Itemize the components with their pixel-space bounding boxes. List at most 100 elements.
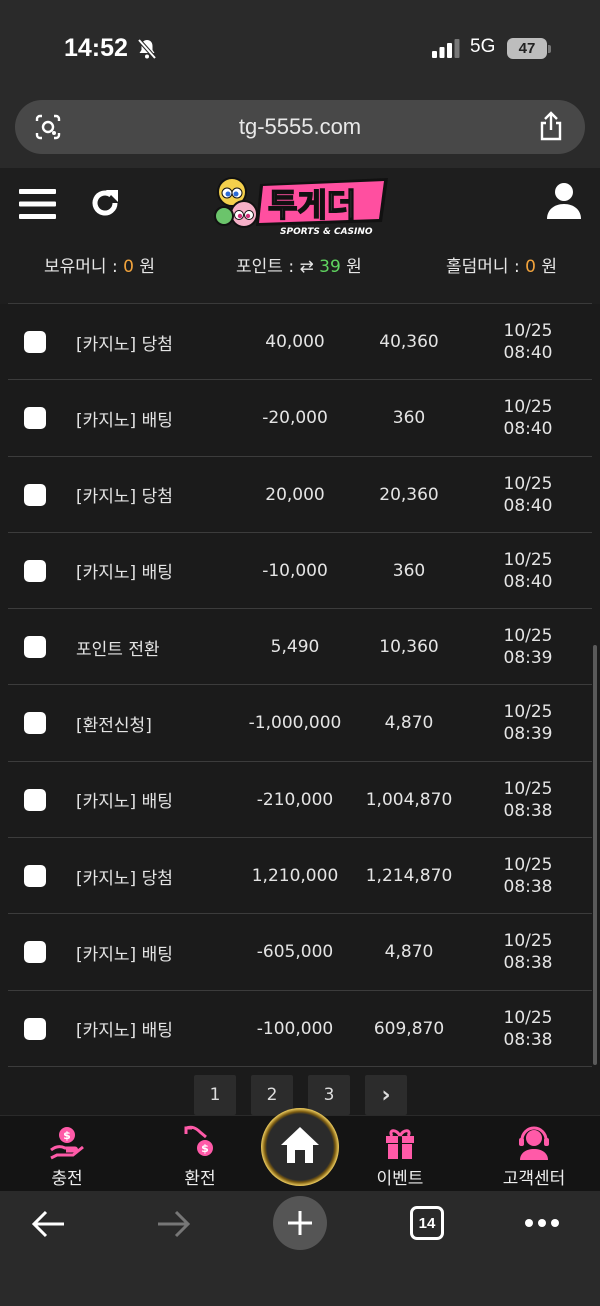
scrollbar[interactable] [593,645,597,1065]
transaction-time: 08:39 [503,648,553,669]
transaction-type: [카지노] 배팅 [76,792,173,813]
row-checkbox[interactable] [24,331,46,353]
nav-support[interactable]: 고객센터 [479,1116,589,1192]
transaction-date: 10/25 [503,473,553,494]
transaction-type: [환전신청] [76,715,152,736]
money-balance: 보유머니 : 0 원 [44,252,155,277]
page-1-button[interactable]: 1 [194,1075,236,1115]
nav-charge-label: 충전 [51,1169,83,1189]
transaction-balance: 10,360 [379,637,439,658]
status-bar: 14:52 5G 47 [0,0,600,92]
holdem-balance: 홀덤머니 : 0 원 [446,252,557,277]
transaction-time: 08:39 [503,724,553,745]
home-icon [281,1127,319,1163]
forward-arrow-icon[interactable] [156,1209,192,1239]
transaction-date: 10/25 [503,321,553,341]
home-button[interactable] [261,1108,339,1186]
refresh-icon[interactable] [88,186,122,220]
transaction-row: [카지노] 배팅 -10,000 360 10/25 08:40 [8,533,592,610]
transaction-date: 10/25 [503,626,553,647]
back-arrow-icon[interactable] [30,1209,66,1239]
transaction-balance: 40,360 [379,332,439,352]
svg-text:$: $ [201,1142,209,1155]
transaction-time: 08:38 [503,877,553,898]
transaction-datetime: 10/25 08:38 [488,991,568,1067]
money-value: 0 [123,257,134,277]
transaction-time: 08:40 [503,495,553,516]
transaction-time: 08:38 [503,1029,553,1050]
nav-exchange-label: 환전 [184,1169,216,1189]
new-tab-button[interactable] [273,1196,327,1250]
transaction-time: 08:40 [503,419,553,440]
transaction-row: [카지노] 배팅 -210,000 1,004,870 10/25 08:38 [8,762,592,839]
browser-bottom-bar: 14 [0,1191,600,1306]
holdem-value: 0 [525,257,536,277]
transaction-date: 10/25 [503,549,553,570]
holdem-label: 홀덤머니 : [446,257,526,277]
transaction-type: [카지노] 배팅 [76,1021,173,1042]
transaction-date: 10/25 [503,1007,553,1028]
balance-summary: 보유머니 : 0 원 포인트 : ⇄ 39 원 홀덤머니 : 0 원 [0,252,600,282]
row-checkbox[interactable] [24,712,46,735]
exchange-arrows-icon[interactable]: ⇄ [299,257,319,277]
nav-event[interactable]: 이벤트 [345,1116,455,1192]
point-balance[interactable]: 포인트 : ⇄ 39 원 [236,252,362,277]
transaction-datetime: 10/25 08:40 [488,304,568,380]
transaction-datetime: 10/25 08:38 [488,914,568,990]
transaction-balance: 360 [392,408,426,429]
site-logo[interactable]: 투게더 SPORTS & CASINO [210,172,392,238]
next-page-button[interactable]: › [365,1075,407,1115]
row-checkbox[interactable] [24,865,46,888]
nav-exchange[interactable]: $ 환전 [145,1116,255,1192]
gift-icon [386,1129,414,1159]
nav-charge[interactable]: $ 충전 [12,1116,122,1192]
transaction-time: 08:38 [503,953,553,974]
clock: 14:52 [64,34,128,62]
headset-support-icon [519,1126,549,1160]
share-icon[interactable] [537,111,565,141]
logo-subtitle: SPORTS & CASINO [280,227,373,237]
row-checkbox[interactable] [24,559,46,582]
transaction-time: 08:40 [503,571,553,592]
transaction-date: 10/25 [503,778,553,799]
transaction-type: 포인트 전환 [76,639,160,660]
money-label: 보유머니 : [44,257,124,277]
row-checkbox[interactable] [24,1017,46,1040]
transaction-row: [카지노] 당첨 1,210,000 1,214,870 10/25 08:38 [8,838,592,915]
browser-toolbar: tg-5555.com [0,92,600,168]
transaction-datetime: 10/25 08:40 [488,457,568,533]
transaction-type: [카지노] 당첨 [76,334,173,355]
transaction-balance: 1,004,870 [365,789,453,810]
row-checkbox[interactable] [24,636,46,659]
hamburger-menu-icon[interactable] [19,188,56,220]
transaction-row: [카지노] 배팅 -100,000 609,870 10/25 08:38 [8,991,592,1067]
point-label: 포인트 : [236,257,300,277]
transaction-type: [카지노] 당첨 [76,868,173,889]
transaction-datetime: 10/25 08:38 [488,762,568,838]
holdem-unit: 원 [535,257,557,277]
address-bar[interactable]: tg-5555.com [15,100,585,154]
tabs-button[interactable]: 14 [410,1206,444,1240]
transaction-type: [카지노] 배팅 [76,563,173,584]
transaction-date: 10/25 [503,931,553,952]
row-checkbox[interactable] [24,941,46,964]
withdraw-icon: $ [184,1125,213,1156]
transaction-datetime: 10/25 08:40 [488,380,568,456]
transaction-time: 08:40 [503,343,553,363]
transaction-datetime: 10/25 08:39 [488,685,568,761]
transaction-time: 08:38 [503,800,553,821]
bell-muted-icon [137,38,157,60]
row-checkbox[interactable] [24,483,46,506]
signal-icon [432,39,460,58]
more-options-icon[interactable] [524,1218,560,1228]
page-3-button[interactable]: 3 [308,1075,350,1115]
transaction-row: [환전신청] -1,000,000 4,870 10/25 08:39 [8,685,592,762]
transaction-type: [카지노] 당첨 [76,487,173,508]
transaction-balance: 4,870 [384,713,434,734]
transaction-list: [카지노] 당첨 40,000 40,360 10/25 08:40 [카지노] 배팅 -2… [0,304,600,1067]
deposit-icon: $ [50,1127,84,1160]
user-profile-icon[interactable] [546,182,582,220]
row-checkbox[interactable] [24,407,46,430]
row-checkbox[interactable] [24,788,46,811]
transaction-row: [카지노] 배팅 -605,000 4,870 10/25 08:38 [8,914,592,991]
